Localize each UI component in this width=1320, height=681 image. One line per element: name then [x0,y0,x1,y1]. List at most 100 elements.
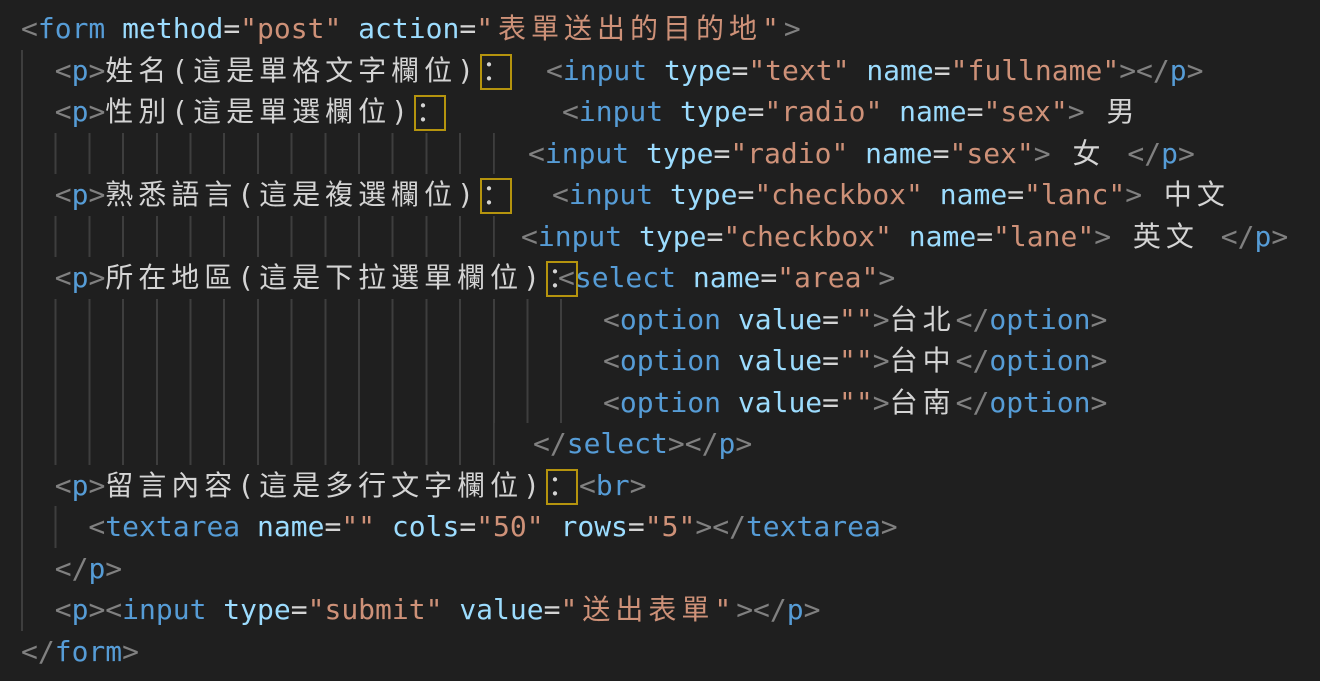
punctuation-token: < [21,178,72,211]
operator-token: = [544,593,561,626]
punctuation-token: </ [956,386,990,419]
code-segment: <input type="checkbox" name="lanc"> 中文 [552,174,1230,216]
text-token: 中文 [1142,178,1230,211]
operator-token: = [967,95,984,128]
punctuation-token: > [122,635,139,668]
punctuation-token: ></ [695,510,746,543]
tag-token: input [569,178,653,211]
string-token: "lane" [993,220,1094,253]
code-line-14: </p> [0,548,1320,590]
tag-token: p [72,54,89,87]
tag-token: input [122,593,206,626]
operator-token: = [324,510,341,543]
tag-token: textarea [105,510,240,543]
string-token: "submit" [308,593,443,626]
attribute-token: value [721,386,822,419]
tag-token: p [88,552,105,585]
punctuation-token: </ [956,303,990,336]
punctuation-token: > [1034,137,1051,170]
punctuation-token: > [1125,178,1142,211]
code-segment: <option value="">台中</option> [603,340,1107,382]
attribute-token: value [721,303,822,336]
attribute-token: value [721,344,822,377]
operator-token: = [976,220,993,253]
text-token: 姓名(這是單格文字欄位) [105,54,479,87]
punctuation-token: > [881,510,898,543]
string-token: "post" [240,12,341,45]
attribute-token: name [882,95,966,128]
string-token: "50" [476,510,543,543]
punctuation-token: ></ [1119,54,1170,87]
tag-token: option [620,386,721,419]
code-segment: <p>所在地區(這是下拉選單欄位)： [0,257,579,299]
string-token: "checkbox" [754,178,923,211]
operator-token: = [223,12,240,45]
code-line-2: <p>姓名(這是單格文字欄位)：<input type="text" name=… [0,50,1320,92]
tag-token: option [620,344,721,377]
punctuation-token: > [1091,303,1108,336]
punctuation-token: < [21,510,105,543]
punctuation-token: > [1178,137,1195,170]
operator-token: = [822,303,839,336]
punctuation-token: > [1094,220,1111,253]
attribute-token: name [923,178,1007,211]
string-token: "area" [777,261,878,294]
code-segment: <option value="">台北</option> [603,299,1107,341]
tag-token: input [579,95,663,128]
operator-token: = [1007,178,1024,211]
code-line-4: <input type="radio" name="sex"> 女 </p> [0,133,1320,175]
punctuation-token: > [88,261,105,294]
tag-token: input [545,137,629,170]
punctuation-token: </ [21,635,55,668]
string-token: "fullname" [951,54,1120,87]
punctuation-token: < [546,54,563,87]
string-token: "送出表單" [560,593,736,626]
punctuation-token: > [88,178,105,211]
code-line-8: <option value="">台北</option> [0,299,1320,341]
punctuation-token: ></ [736,593,787,626]
code-line-3: <p>性別(這是單選欄位)：<input type="radio" name="… [0,91,1320,133]
punctuation-token: < [21,469,72,502]
code-line-9: <option value="">台中</option> [0,340,1320,382]
tag-token: input [563,54,647,87]
code-segment: </p> [0,548,122,590]
punctuation-token: < [603,303,620,336]
tag-token: p [72,95,89,128]
code-segment: <option value="">台南</option> [603,382,1107,424]
punctuation-token: ></ [668,427,719,460]
code-line-10: <option value="">台南</option> [0,382,1320,424]
punctuation-token: > [105,552,122,585]
attribute-token: cols [375,510,459,543]
punctuation-token: > [88,469,105,502]
attribute-token: name [892,220,976,253]
unicode-highlight-box: ： [546,469,578,505]
attribute-token: name [848,137,932,170]
punctuation-token: < [21,593,72,626]
operator-token: = [459,12,476,45]
attribute-token: name [676,261,760,294]
code-segment: <input type="checkbox" name="lane"> 英文 <… [521,216,1288,258]
operator-token: = [291,593,308,626]
code-line-5: <p>熟悉語言(這是複選欄位)：<input type="checkbox" n… [0,174,1320,216]
punctuation-token: < [21,12,38,45]
operator-token: = [713,137,730,170]
code-line-1: <form method="post" action="表單送出的目的地"> [0,8,1320,50]
code-segment: <form method="post" action="表單送出的目的地"> [0,8,801,50]
attribute-token: rows [544,510,628,543]
text-token: 留言內容(這是多行文字欄位) [105,469,545,502]
punctuation-token: < [21,54,72,87]
tag-token: select [575,261,676,294]
code-editor[interactable]: <form method="post" action="表單送出的目的地"> <… [0,0,1320,681]
string-token: "sex" [983,95,1067,128]
code-segment: <input type="radio" name="sex"> 女 </p> [528,133,1195,175]
tag-token: p [1170,54,1187,87]
code-line-16: </form> [0,631,1320,673]
code-segment: <p><input type="submit" value="送出表單"></p… [0,589,821,631]
code-segment: <textarea name="" cols="50" rows="5"></t… [0,506,898,548]
punctuation-token: > [88,54,105,87]
tag-token: p [718,427,735,460]
tag-token: p [72,261,89,294]
punctuation-token: > [873,344,890,377]
string-token: "lanc" [1024,178,1125,211]
string-token: "" [341,510,375,543]
